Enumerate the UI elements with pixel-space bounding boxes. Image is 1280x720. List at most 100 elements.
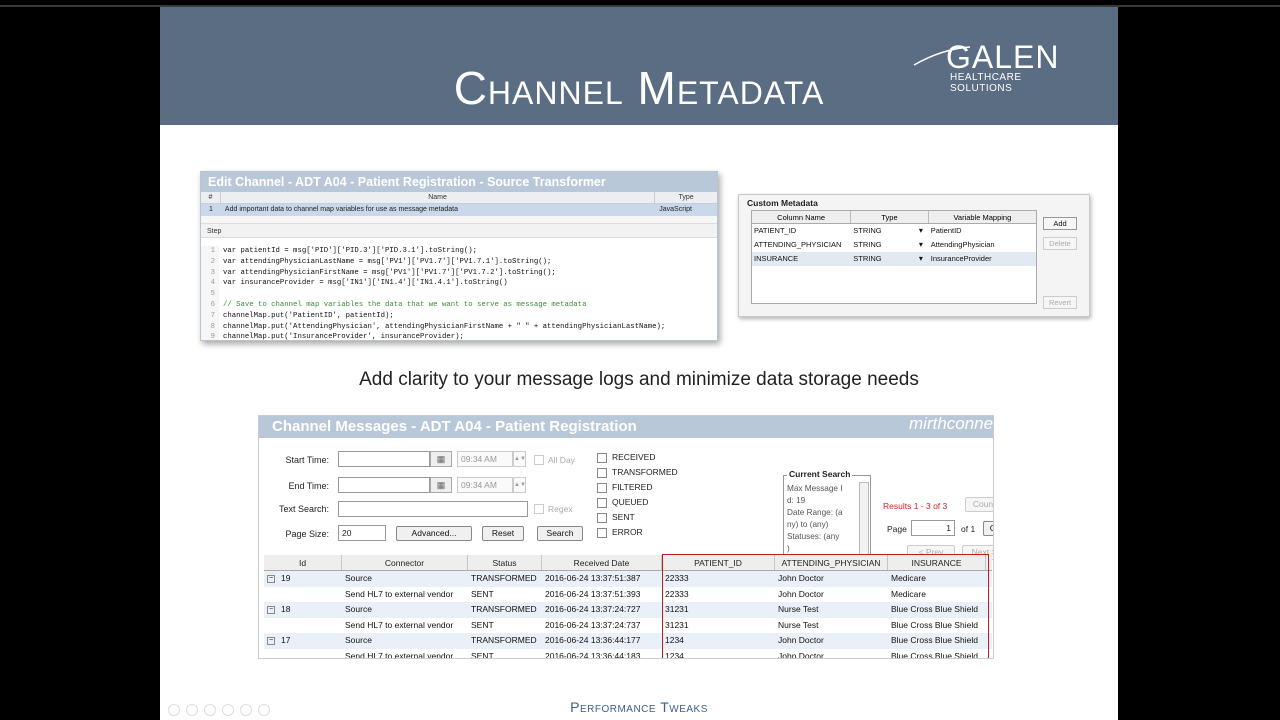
row-status: SENT bbox=[471, 619, 494, 630]
results-count: Results 1 - 3 of 3 bbox=[883, 501, 948, 511]
code-text: var attendingPhysicianFirstName = msg['P… bbox=[223, 268, 556, 277]
current-search-line: Date Range: (a bbox=[787, 508, 843, 517]
dropdown-arrow-icon[interactable]: ▾ bbox=[919, 252, 929, 266]
metadata-type: STRING bbox=[853, 240, 882, 249]
status-checkbox-error[interactable] bbox=[597, 528, 607, 538]
page-of-label: of 1 bbox=[961, 524, 976, 534]
metadata-table: Column Name Type Variable Mapping PATIEN… bbox=[751, 210, 1037, 304]
transformer-step-row[interactable]: 1 Add important data to channel map vari… bbox=[201, 204, 717, 216]
revert-button[interactable]: Revert bbox=[1043, 296, 1077, 309]
start-time-spinner[interactable]: ▲▼ bbox=[513, 451, 526, 467]
end-calendar-icon[interactable]: ▦ bbox=[430, 477, 452, 493]
step-type: JavaScript bbox=[659, 206, 692, 213]
dropdown-arrow-icon[interactable]: ▾ bbox=[919, 224, 929, 238]
current-search-title: Current Search bbox=[787, 469, 853, 479]
status-checkbox-received[interactable] bbox=[597, 453, 607, 463]
start-time-input[interactable]: 09:34 AM bbox=[457, 451, 513, 467]
all-day-label: All Day bbox=[548, 455, 575, 465]
code-line: 2 var attendingPhysicianLastName = msg['P… bbox=[201, 256, 717, 268]
channel-messages-title: Channel Messages - ADT A04 - Patient Reg… bbox=[272, 418, 637, 435]
code-editor[interactable]: 1 var patientId = msg['PID']['PID.3']['PI… bbox=[201, 246, 717, 341]
code-line: 7 channelMap.put('PatientID', patientId); bbox=[201, 310, 717, 322]
status-checkbox-sent[interactable] bbox=[597, 513, 607, 523]
delete-button[interactable]: Delete bbox=[1043, 237, 1077, 250]
text-search-input[interactable] bbox=[338, 501, 528, 517]
step-tab[interactable]: Step bbox=[201, 224, 717, 238]
grid-header-status[interactable]: Status bbox=[468, 555, 542, 570]
status-checkbox-transformed[interactable] bbox=[597, 468, 607, 478]
metadata-type: STRING bbox=[853, 254, 882, 263]
start-calendar-icon[interactable]: ▦ bbox=[430, 451, 452, 467]
row-status: TRANSFORMED bbox=[471, 635, 537, 646]
metadata-row[interactable]: ATTENDING_PHYSICIAN STRING ▾ AttendingPhysi… bbox=[752, 238, 1036, 252]
line-number: 7 bbox=[201, 310, 219, 322]
page-size-input[interactable]: 20 bbox=[338, 525, 386, 541]
row-connector: Send HL7 to external vendor bbox=[345, 619, 454, 630]
code-text: channelMap.put('PatientID', patientId); bbox=[223, 311, 394, 320]
status-checkbox-queued[interactable] bbox=[597, 498, 607, 508]
row-status: SENT bbox=[471, 650, 494, 659]
splitter[interactable] bbox=[201, 216, 717, 224]
code-text: channelMap.put('InsuranceProvider', insu… bbox=[223, 333, 464, 341]
line-number: 8 bbox=[201, 321, 219, 333]
page-input[interactable]: 1 bbox=[911, 520, 955, 536]
line-number: 2 bbox=[201, 256, 219, 268]
col-column-name: Column Name bbox=[752, 211, 852, 223]
collapse-icon[interactable]: − bbox=[267, 605, 275, 614]
channel-messages-panel: Channel Messages - ADT A04 - Patient Reg… bbox=[258, 415, 994, 659]
metadata-column-name: INSURANCE bbox=[754, 254, 799, 263]
page-size-label: Page Size: bbox=[285, 529, 329, 539]
current-search-line: Max Message I bbox=[787, 484, 843, 493]
row-id-cell bbox=[264, 649, 342, 658]
edit-channel-title: Edit Channel - ADT A04 - Patient Registr… bbox=[201, 172, 717, 192]
grid-header-id[interactable]: Id bbox=[264, 555, 342, 570]
metadata-row[interactable]: PATIENT_ID STRING ▾ PatientID bbox=[752, 224, 1036, 238]
code-line: 8 channelMap.put('AttendingPhysician', at… bbox=[201, 321, 717, 333]
row-id: 18 bbox=[281, 604, 291, 615]
row-id-cell bbox=[264, 587, 342, 603]
search-form: Start Time: ▦ 09:34 AM ▲▼ All Day End Ti… bbox=[259, 438, 993, 563]
current-search-line: ny) to (any) bbox=[787, 520, 829, 529]
go-button[interactable]: G bbox=[983, 521, 993, 536]
metadata-row[interactable]: INSURANCE STRING ▾ InsuranceProvider bbox=[752, 252, 1036, 266]
collapse-icon[interactable]: − bbox=[267, 574, 275, 583]
collapse-icon[interactable]: − bbox=[267, 637, 275, 646]
count-button[interactable]: Coun bbox=[965, 497, 993, 512]
page-label: Page bbox=[887, 524, 907, 534]
metadata-type: STRING bbox=[853, 226, 882, 235]
grid-header-received-date[interactable]: Received Date bbox=[542, 555, 662, 570]
metadata-variable-mapping: AttendingPhysician bbox=[930, 240, 995, 249]
add-button[interactable]: Add bbox=[1043, 217, 1077, 230]
channel-messages-header: Channel Messages - ADT A04 - Patient Reg… bbox=[259, 416, 993, 438]
transformer-table-header: # Name Type bbox=[201, 192, 717, 204]
col-hash: # bbox=[201, 192, 221, 203]
line-number: 3 bbox=[201, 267, 219, 279]
code-line: 3 var attendingPhysicianFirstName = msg['… bbox=[201, 267, 717, 279]
regex-checkbox[interactable] bbox=[534, 504, 544, 514]
current-search-line: d: 19 bbox=[787, 496, 806, 505]
all-day-checkbox[interactable] bbox=[534, 455, 544, 465]
step-number: 1 bbox=[209, 206, 213, 213]
current-search-scrollbar[interactable] bbox=[859, 482, 869, 560]
end-time-input[interactable]: 09:34 AM bbox=[457, 477, 513, 493]
status-checkbox-filtered[interactable] bbox=[597, 483, 607, 493]
col-type: Type bbox=[851, 211, 929, 223]
reset-button[interactable]: Reset bbox=[482, 526, 524, 541]
grid-header-connector[interactable]: Connector bbox=[342, 555, 468, 570]
metadata-highlight-box bbox=[662, 554, 989, 658]
dropdown-arrow-icon[interactable]: ▾ bbox=[919, 238, 929, 252]
advanced-button[interactable]: Advanced... bbox=[396, 526, 472, 541]
metadata-column-name: ATTENDING_PHYSICIAN bbox=[754, 240, 842, 249]
end-date-input[interactable] bbox=[338, 477, 430, 493]
slide: GALEN HEALTHCARE SOLUTIONS Channel Metad… bbox=[160, 7, 1118, 720]
start-date-input[interactable] bbox=[338, 451, 430, 467]
end-time-spinner[interactable]: ▲▼ bbox=[513, 477, 526, 493]
code-text: channelMap.put('AttendingPhysician', att… bbox=[223, 322, 666, 331]
row-id-cell bbox=[264, 618, 342, 634]
row-connector: Send HL7 to external vendor bbox=[345, 650, 454, 659]
row-received-date: 2016-06-24 13:36:44:183 bbox=[545, 650, 641, 659]
code-text: var patientId = msg['PID']['PID.3']['PID… bbox=[223, 247, 477, 255]
search-button[interactable]: Search bbox=[537, 526, 583, 541]
row-connector: Source bbox=[345, 635, 372, 646]
